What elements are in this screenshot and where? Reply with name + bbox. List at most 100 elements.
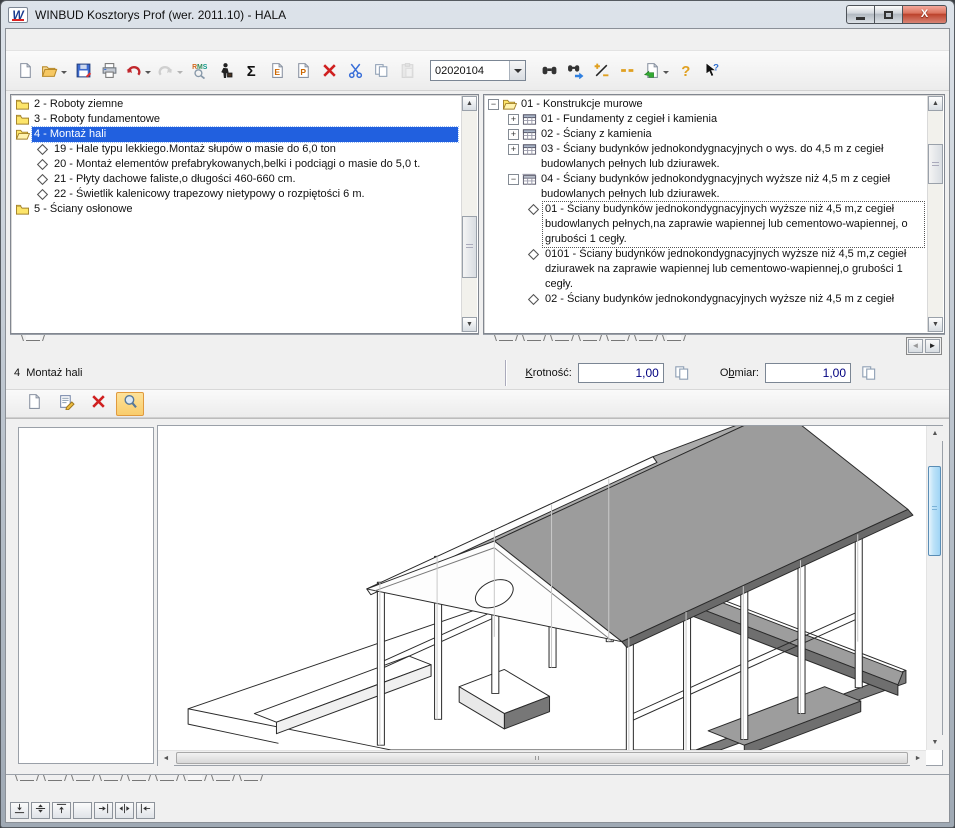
maximize-button[interactable]: [874, 5, 903, 24]
dropdown-arrow-icon[interactable]: [145, 71, 151, 77]
menu-cenniki[interactable]: [110, 38, 130, 42]
tab-hala[interactable]: [26, 335, 40, 341]
collapse-top-button[interactable]: [52, 802, 71, 819]
new-drawing-button[interactable]: [20, 392, 48, 416]
redo-button[interactable]: [154, 57, 186, 85]
expander-box[interactable]: −: [488, 99, 499, 110]
scroll-thumb[interactable]: [928, 466, 941, 556]
tree-item[interactable]: 0101 - Ściany budynków jednokondygnacyjn…: [486, 247, 926, 292]
strike-dashes-button[interactable]: [614, 57, 640, 85]
tab-knnr-y[interactable]: [583, 335, 597, 341]
tree-item[interactable]: 4 - Montaż hali: [13, 127, 460, 142]
tab-obmiar[interactable]: [76, 775, 90, 781]
dropdown-arrow-icon[interactable]: [663, 71, 669, 77]
collapse-left-button[interactable]: [136, 802, 155, 819]
expander-box[interactable]: +: [508, 144, 519, 155]
tab-demo[interactable]: [499, 335, 513, 341]
scroll-thumb[interactable]: [176, 752, 908, 764]
cost-worker-button[interactable]: [212, 57, 238, 85]
collapse-right-button[interactable]: [94, 802, 113, 819]
tab-rysunek[interactable]: [188, 775, 202, 781]
context-help-button[interactable]: ?: [698, 57, 724, 85]
rms-search-button[interactable]: RMS: [186, 57, 212, 85]
find-next-button[interactable]: [562, 57, 588, 85]
tab-wartosc-elementu[interactable]: [216, 775, 230, 781]
canvas-vertical-scrollbar[interactable]: ▲ ▼: [926, 426, 942, 750]
menu-struktura[interactable]: [70, 38, 90, 42]
scroll-down-icon[interactable]: ▼: [928, 317, 943, 332]
scroll-thumb[interactable]: [928, 144, 943, 184]
tree-item[interactable]: 02 - Ściany budynków jednokondygnacyjnyc…: [486, 292, 926, 307]
menu-pozycja-robot[interactable]: [50, 38, 70, 42]
tab-knck[interactable]: [527, 335, 541, 341]
position-page-button[interactable]: P: [290, 57, 316, 85]
undo-button[interactable]: [122, 57, 154, 85]
menu-dokument[interactable]: [10, 38, 30, 42]
scroll-left-icon[interactable]: ◄: [158, 751, 174, 766]
menu-rysunek[interactable]: [150, 38, 170, 42]
position-code-combo[interactable]: 02020104: [430, 60, 526, 81]
find-button[interactable]: [536, 57, 562, 85]
menu-pomoc[interactable]: [190, 38, 210, 42]
element-page-button[interactable]: E: [264, 57, 290, 85]
import-position-button[interactable]: [640, 57, 672, 85]
tree-item[interactable]: − 01 - Konstrukcje murowe: [486, 97, 926, 112]
titlebar[interactable]: W WINBUD Kosztorys Prof (wer. 2011.10) -…: [2, 1, 953, 28]
tree-item[interactable]: 2 - Roboty ziemne: [13, 97, 460, 112]
split-vertical-button[interactable]: [115, 802, 134, 819]
tree-item[interactable]: 19 - Hale typu lekkiego.Montaż słupów o …: [13, 142, 460, 157]
drawing-list-item[interactable]: [19, 428, 153, 434]
tree-scrollbar[interactable]: ▲ ▼: [461, 96, 477, 332]
split-horizontal-button[interactable]: [31, 802, 50, 819]
change-percent-button[interactable]: [588, 57, 614, 85]
tree-item[interactable]: 20 - Montaż elementów prefabrykowanych,b…: [13, 157, 460, 172]
tree-item[interactable]: 3 - Roboty fundamentowe: [13, 112, 460, 127]
combo-dropdown-button[interactable]: [509, 61, 525, 80]
tab-knr[interactable]: [667, 335, 681, 341]
group-gap[interactable]: [73, 802, 92, 819]
expander-box[interactable]: −: [508, 174, 519, 185]
tab-knp[interactable]: [639, 335, 653, 341]
new-document-button[interactable]: [12, 57, 38, 85]
tree-item[interactable]: 21 - Płyty dachowe faliste,o długości 46…: [13, 172, 460, 187]
copy-krotnosc-button[interactable]: [670, 362, 694, 384]
tree-item[interactable]: − 04 - Ściany budynków jednokondygnacyjn…: [486, 172, 926, 202]
delete-button[interactable]: [316, 57, 342, 85]
tree-item[interactable]: + 02 - Ściany z kamienia: [486, 127, 926, 142]
tab-narzuty[interactable]: [132, 775, 146, 781]
delete-drawing-button[interactable]: [84, 392, 112, 416]
expander-box[interactable]: +: [508, 129, 519, 140]
canvas-horizontal-scrollbar[interactable]: ◄ ►: [158, 750, 926, 765]
tab-zaawansowanie-elementu[interactable]: [160, 775, 174, 781]
scroll-down-icon[interactable]: ▼: [927, 735, 943, 750]
tab-wykres[interactable]: [244, 775, 258, 781]
sum-button[interactable]: Σ: [238, 57, 264, 85]
scroll-thumb[interactable]: [462, 216, 477, 278]
scroll-up-icon[interactable]: ▲: [928, 96, 943, 111]
menu-opcje[interactable]: [170, 38, 190, 42]
tab-knnr-y-errata[interactable]: [555, 335, 569, 341]
tree-item[interactable]: + 03 - Ściany budynków jednokondygnacyjn…: [486, 142, 926, 172]
tree-item[interactable]: 5 - Ściany osłonowe: [13, 202, 460, 217]
expander-box[interactable]: +: [508, 114, 519, 125]
prev-tabs-button[interactable]: ◄: [908, 339, 923, 353]
cut-button[interactable]: [342, 57, 368, 85]
obmiar-input[interactable]: [765, 363, 851, 383]
tree-item[interactable]: + 01 - Fundamenty z cegieł i kamienia: [486, 112, 926, 127]
close-button[interactable]: X: [902, 5, 947, 24]
tab-wspolczynniki[interactable]: [104, 775, 118, 781]
print-button[interactable]: [96, 57, 122, 85]
tree-item[interactable]: 22 - Świetlik kalenicowy trapezowy niety…: [13, 187, 460, 202]
scroll-up-icon[interactable]: ▲: [462, 96, 477, 111]
copy-button[interactable]: [368, 57, 394, 85]
tab-lista-rms[interactable]: [48, 775, 62, 781]
tree-item[interactable]: 01 - Ściany budynków jednokondygnacyjnyc…: [486, 202, 926, 247]
open-document-button[interactable]: [38, 57, 70, 85]
tab-knp-wyd-ii[interactable]: [611, 335, 625, 341]
paste-button[interactable]: [394, 57, 420, 85]
preview-drawing-button[interactable]: [116, 392, 144, 416]
scroll-right-icon[interactable]: ►: [910, 751, 926, 766]
tab-opis[interactable]: [20, 775, 34, 781]
edit-drawing-button[interactable]: [52, 392, 80, 416]
menu-element[interactable]: [30, 38, 50, 42]
